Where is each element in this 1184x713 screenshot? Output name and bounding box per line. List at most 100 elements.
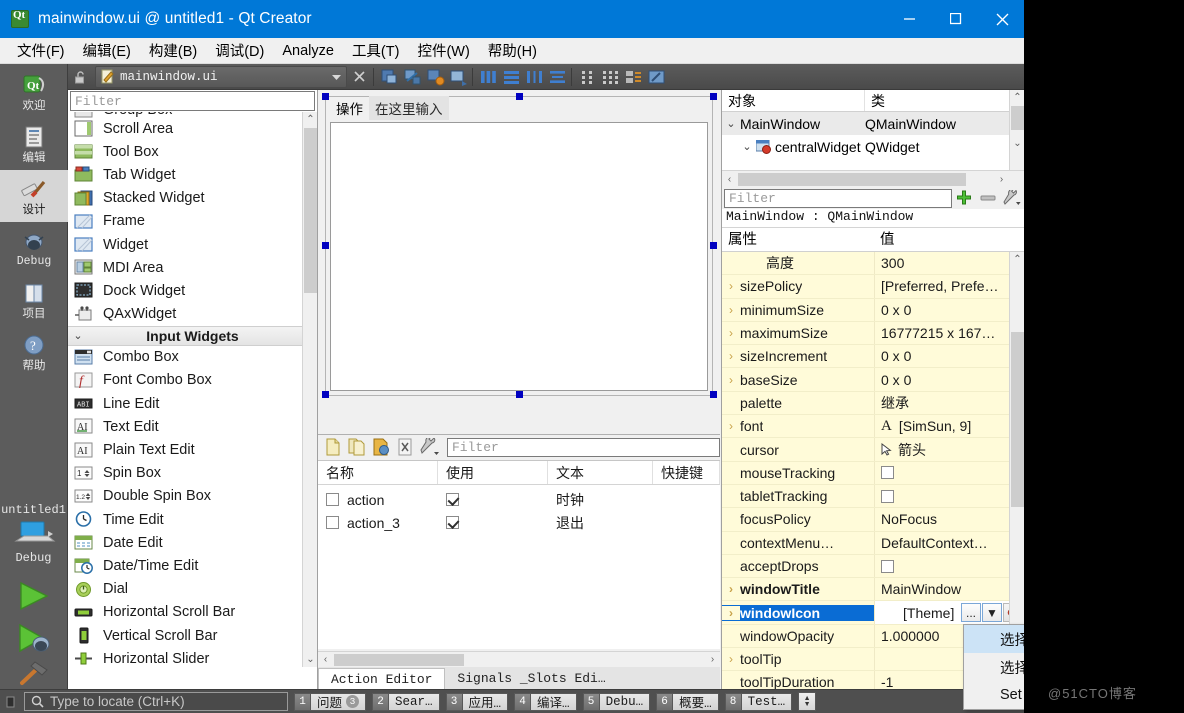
action-used-checkbox[interactable] xyxy=(446,516,459,529)
maximize-icon[interactable] xyxy=(933,0,979,38)
resize-handle-bottom-center[interactable] xyxy=(516,391,523,398)
menu-item-build[interactable]: 构建(B) xyxy=(140,37,206,64)
widget-item-widget[interactable]: Widget xyxy=(68,233,317,256)
remove-property-icon[interactable] xyxy=(976,188,1000,209)
property-row-cursor[interactable]: cursor 箭头 xyxy=(722,438,1024,462)
scrollbar-thumb[interactable] xyxy=(1011,106,1024,130)
property-row-maximumsize[interactable]: › maximumSize 16777215 x 167… xyxy=(722,321,1024,346)
mode-welcome[interactable]: Qt 欢迎 xyxy=(0,66,68,118)
property-col-name[interactable]: 属性 xyxy=(722,228,874,251)
break-layout-icon[interactable] xyxy=(622,66,644,88)
menu-item-tools[interactable]: 工具(T) xyxy=(343,37,409,64)
action-col-shortcut[interactable]: 快捷键 xyxy=(653,461,720,484)
property-value[interactable]: 继承 xyxy=(874,391,1024,415)
property-row-contextmenupolicy[interactable]: contextMenu… DefaultContext… xyxy=(722,531,1024,555)
tab-signals-slots-editor[interactable]: Signals _Slots Edi… xyxy=(445,668,617,689)
chevron-right-icon[interactable]: › xyxy=(722,326,740,340)
output-pane-button-search[interactable]: 2 Sear… xyxy=(372,692,440,711)
widget-item-vertical-scroll-bar[interactable]: Vertical Scroll Bar xyxy=(68,624,317,647)
scrollbar-thumb[interactable] xyxy=(738,173,966,186)
configure-property-icon[interactable] xyxy=(1000,188,1024,209)
object-col-name[interactable]: 对象 xyxy=(722,90,865,111)
edit-widgets-icon[interactable] xyxy=(378,66,400,88)
property-checkbox[interactable] xyxy=(881,466,894,480)
menu-item-select-file[interactable]: 选择文件... xyxy=(964,653,1024,681)
debug-button[interactable] xyxy=(0,617,68,659)
action-used-checkbox[interactable] xyxy=(446,493,459,506)
widget-box-filter[interactable]: Filter xyxy=(70,91,315,111)
object-inspector-hscrollbar[interactable]: ‹ › xyxy=(722,170,1024,188)
chevron-right-icon[interactable]: › xyxy=(722,349,740,363)
form-central-widget[interactable] xyxy=(330,122,708,391)
property-row-height[interactable]: 高度 300 xyxy=(722,252,1024,276)
form-menu-action[interactable]: 操作 xyxy=(330,96,369,120)
widget-item-stacked-widget[interactable]: Stacked Widget xyxy=(68,187,317,210)
widget-item-date-time-edit[interactable]: Date/Time Edit xyxy=(68,554,317,577)
chevron-down-button[interactable]: ▼ xyxy=(982,603,1002,623)
edit-signals-slots-icon[interactable] xyxy=(401,66,423,88)
property-row-palette[interactable]: palette 继承 xyxy=(722,391,1024,416)
widget-item-horizontal-slider[interactable]: Horizontal Slider xyxy=(68,647,317,667)
widget-item-dock-widget[interactable]: Dock Widget xyxy=(68,279,317,302)
menu-item-analyze[interactable]: Analyze xyxy=(273,40,343,62)
run-button[interactable] xyxy=(0,575,68,617)
property-row-font[interactable]: › font A [SimSun, 9] xyxy=(722,415,1024,439)
property-checkbox[interactable] xyxy=(881,489,894,503)
close-icon[interactable] xyxy=(979,0,1024,38)
property-value[interactable]: [Preferred, Prefe… xyxy=(874,275,1024,298)
output-pane-button-testresults[interactable]: 8 Test… xyxy=(724,692,793,711)
locator-toggle-button[interactable] xyxy=(0,691,22,713)
output-pane-spin-button[interactable]: ▲ ▼ xyxy=(798,692,817,711)
property-row-basesize[interactable]: › baseSize 0 x 0 xyxy=(722,368,1024,392)
scroll-down-arrow-icon[interactable]: ⌄ xyxy=(303,652,318,667)
ellipsis-button[interactable]: ... xyxy=(961,603,981,623)
resize-handle-middle-right[interactable] xyxy=(710,242,717,249)
widget-item-plain-text-edit[interactable]: AI Plain Text Edit xyxy=(68,438,317,461)
property-value[interactable]: 0 x 0 xyxy=(874,345,1024,368)
property-row-acceptdrops[interactable]: acceptDrops xyxy=(722,554,1024,579)
property-row-sizeincrement[interactable]: › sizeIncrement 0 x 0 xyxy=(722,345,1024,369)
table-row[interactable]: action 时钟 xyxy=(318,488,720,511)
resize-handle-bottom-left[interactable] xyxy=(322,391,329,398)
tab-action-editor[interactable]: Action Editor xyxy=(318,668,446,689)
resize-handle-middle-left[interactable] xyxy=(322,242,329,249)
menu-item-edit[interactable]: 编辑(E) xyxy=(74,37,140,64)
scroll-left-arrow-icon[interactable]: ‹ xyxy=(722,171,737,188)
resize-handle-top-right[interactable] xyxy=(710,93,717,100)
mode-debug[interactable]: Debug xyxy=(0,222,68,274)
object-inspector-vscrollbar[interactable]: ⌃ ⌄ xyxy=(1009,90,1024,170)
mode-design[interactable]: 设计 xyxy=(0,170,68,222)
scrollbar-thumb[interactable] xyxy=(1011,332,1024,507)
action-col-name[interactable]: 名称 xyxy=(318,461,438,484)
menu-item-widgets[interactable]: 控件(W) xyxy=(408,37,478,64)
scroll-down-arrow-icon[interactable]: ⌄ xyxy=(1010,136,1024,151)
resize-handle-bottom-right[interactable] xyxy=(710,391,717,398)
layout-grid-icon[interactable] xyxy=(599,66,621,88)
property-value[interactable]: 0 x 0 xyxy=(874,298,1024,321)
kit-selector[interactable] xyxy=(0,517,68,551)
mode-projects[interactable]: 项目 xyxy=(0,274,68,326)
widget-item-tool-box[interactable]: Tool Box xyxy=(68,140,317,163)
mode-help[interactable]: ? 帮助 xyxy=(0,326,68,378)
property-value[interactable]: 300 xyxy=(874,252,1024,275)
property-row-tablettracking[interactable]: tabletTracking xyxy=(722,484,1024,509)
layout-form-icon[interactable] xyxy=(576,66,598,88)
widget-item-text-edit[interactable]: AI Text Edit xyxy=(68,415,317,438)
configure-action-icon[interactable] xyxy=(417,436,441,458)
menu-item-file[interactable]: 文件(F) xyxy=(8,37,74,64)
scroll-right-arrow-icon[interactable]: › xyxy=(705,652,720,667)
scroll-left-arrow-icon[interactable]: ‹ xyxy=(318,652,333,667)
action-select-checkbox[interactable] xyxy=(326,493,339,506)
action-editor-filter[interactable]: Filter xyxy=(447,437,720,457)
lock-open-icon[interactable] xyxy=(69,66,91,88)
property-row-focuspolicy[interactable]: focusPolicy NoFocus xyxy=(722,508,1024,532)
paste-action-icon[interactable] xyxy=(369,436,393,458)
object-col-class[interactable]: 类 xyxy=(865,90,1024,111)
close-editor-icon[interactable] xyxy=(348,66,370,88)
widget-item-combo-box[interactable]: Combo Box xyxy=(68,346,317,369)
widget-item-time-edit[interactable]: Time Edit xyxy=(68,508,317,531)
delete-action-icon[interactable] xyxy=(393,436,417,458)
form-canvas[interactable]: 操作 在这里输入 xyxy=(318,90,720,434)
table-row[interactable]: action_3 退出 xyxy=(318,511,720,534)
widget-item-date-edit[interactable]: Date Edit xyxy=(68,531,317,554)
